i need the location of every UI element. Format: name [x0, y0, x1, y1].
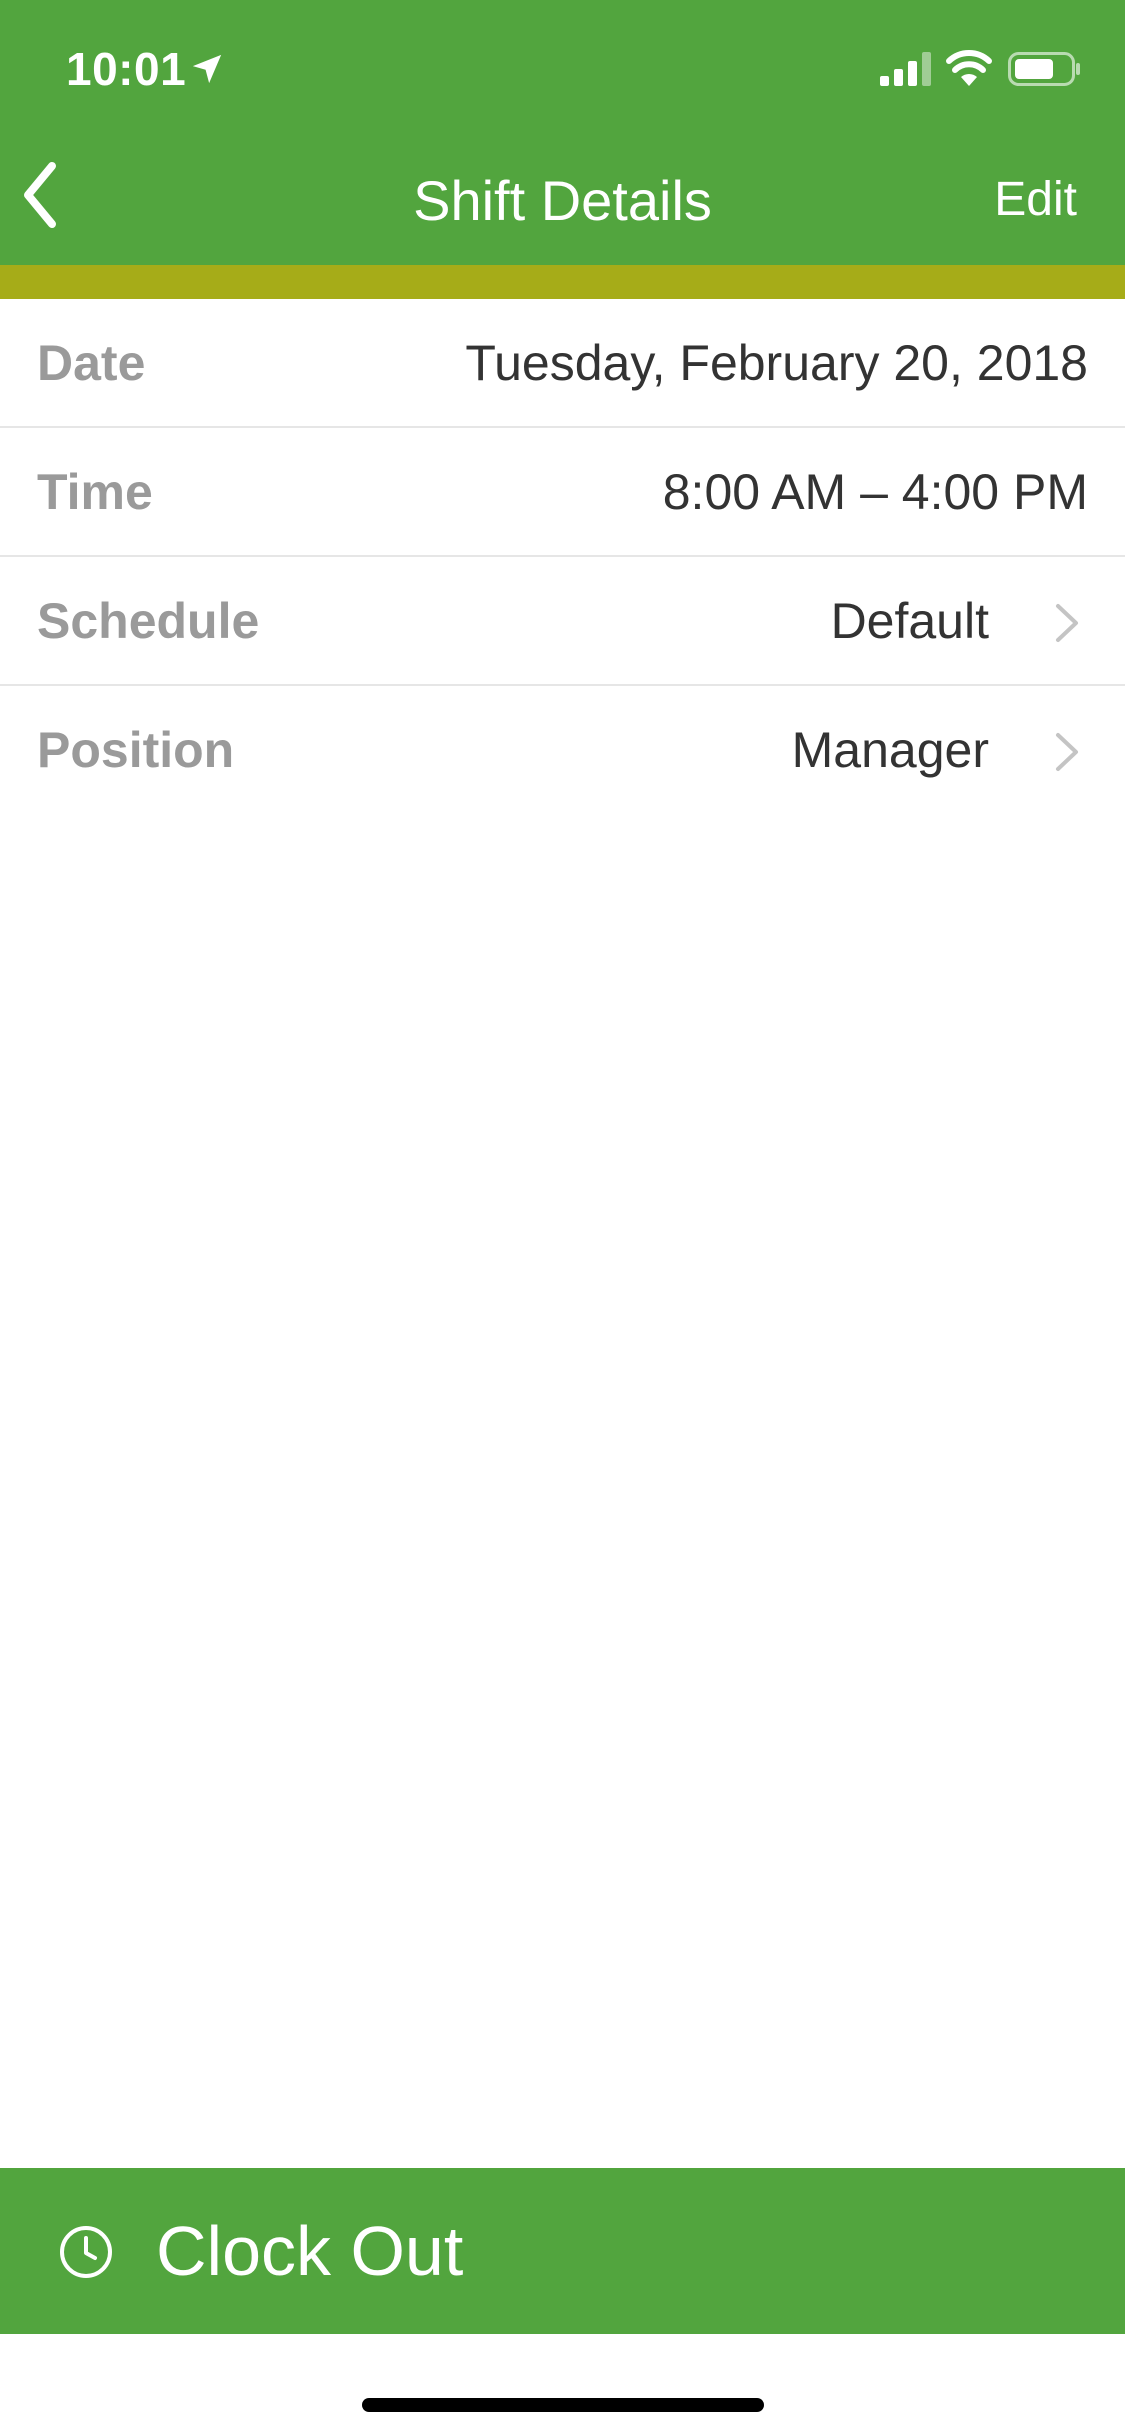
position-row[interactable]: Position Manager [0, 686, 1125, 815]
status-time: 10:01 [66, 43, 187, 95]
home-indicator[interactable] [362, 2398, 764, 2412]
edit-button[interactable]: Edit [994, 170, 1077, 230]
schedule-row[interactable]: Schedule Default [0, 557, 1125, 686]
clock-out-label: Clock Out [156, 2212, 464, 2290]
battery-icon [1008, 52, 1080, 86]
time-label: Time [37, 464, 153, 520]
cellular-signal-icon [880, 52, 931, 86]
accent-strip [0, 265, 1125, 299]
clock-out-button[interactable]: Clock Out [0, 2168, 1125, 2334]
position-label: Position [37, 722, 235, 778]
wifi-icon [946, 50, 992, 86]
date-value: Tuesday, February 20, 2018 [465, 335, 1088, 391]
position-value: Manager [791, 722, 989, 778]
time-value: 8:00 AM – 4:00 PM [662, 464, 1088, 520]
chevron-right-icon [1056, 604, 1078, 642]
chevron-left-icon [24, 162, 56, 228]
clock-icon [60, 2226, 112, 2278]
back-button[interactable] [20, 160, 90, 240]
page-title: Shift Details [413, 169, 712, 232]
schedule-value: Default [830, 593, 989, 649]
date-row: Date Tuesday, February 20, 2018 [0, 299, 1125, 428]
time-row: Time 8:00 AM – 4:00 PM [0, 428, 1125, 557]
chevron-right-icon [1056, 733, 1078, 771]
shift-details-list: Date Tuesday, February 20, 2018 Time 8:0… [0, 299, 1125, 815]
schedule-label: Schedule [37, 593, 260, 649]
date-label: Date [37, 335, 146, 391]
location-arrow-icon [192, 54, 222, 84]
nav-bar: 10:01 Shift Details Edit [0, 0, 1125, 265]
